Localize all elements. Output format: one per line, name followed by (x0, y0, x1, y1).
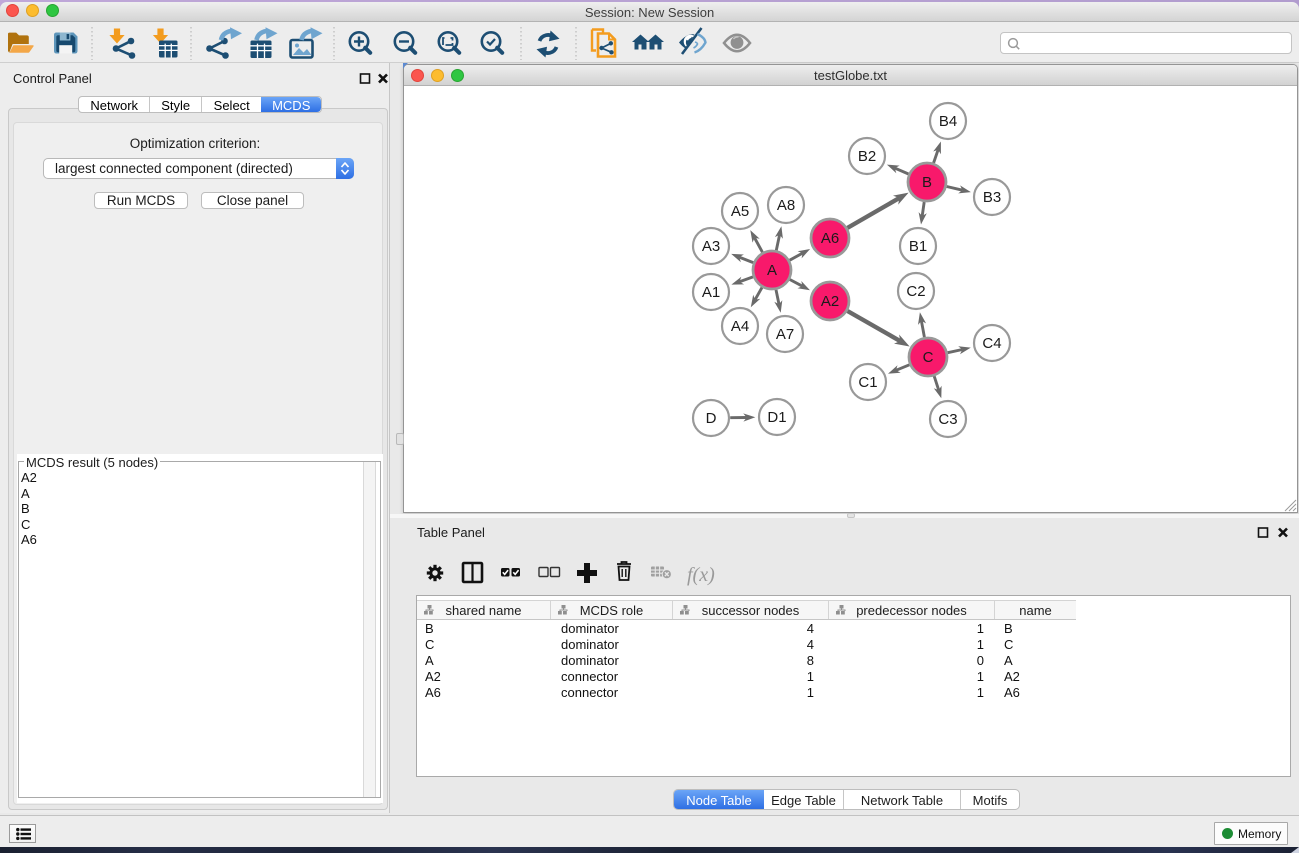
svg-text:A6: A6 (821, 230, 839, 247)
svg-text:C2: C2 (906, 283, 925, 300)
svg-text:D: D (706, 410, 717, 427)
svg-text:C: C (923, 349, 934, 366)
svg-text:A4: A4 (731, 318, 749, 335)
svg-text:A5: A5 (731, 203, 749, 220)
svg-text:B2: B2 (858, 148, 876, 165)
svg-text:C1: C1 (858, 374, 877, 391)
svg-text:D1: D1 (767, 409, 786, 426)
svg-text:C3: C3 (938, 411, 957, 428)
svg-text:A2: A2 (821, 293, 839, 310)
svg-text:f(x): f(x) (687, 564, 715, 586)
svg-text:A7: A7 (776, 326, 794, 343)
svg-text:B3: B3 (983, 189, 1001, 206)
svg-text:B: B (922, 174, 932, 191)
svg-text:A3: A3 (702, 238, 720, 255)
svg-text:A1: A1 (702, 284, 720, 301)
svg-text:C4: C4 (982, 335, 1001, 352)
svg-text:B4: B4 (939, 113, 957, 130)
svg-text:B1: B1 (909, 238, 927, 255)
svg-text:A: A (767, 262, 777, 279)
svg-text:A8: A8 (777, 197, 795, 214)
